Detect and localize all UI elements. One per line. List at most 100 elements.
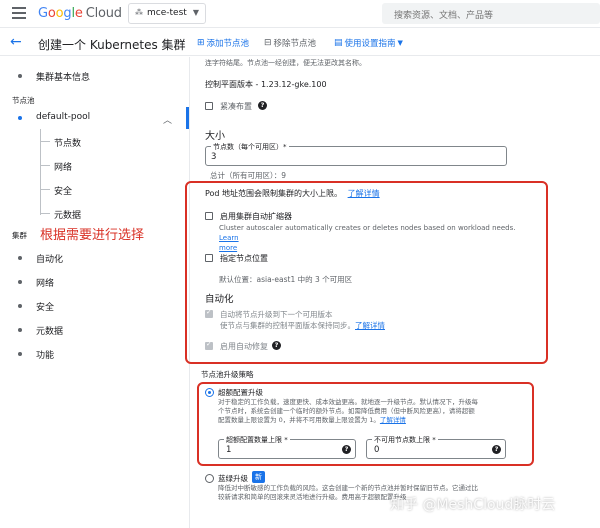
caret-down-icon: ▼ xyxy=(397,39,403,47)
autoscaler-desc: Cluster autoscaler automatically creates… xyxy=(219,223,519,253)
pod-limit-text: Pod 地址范围会限制集群的大小上限。 了解详情 xyxy=(205,188,380,199)
surge-desc-line: 对于稳定的工作负载，速度更快、成本效益更高。就地逐一升级节点。默认情况下，升级每 xyxy=(218,398,478,406)
sidebar-item-network[interactable]: 网络 xyxy=(54,160,72,173)
tree-line xyxy=(40,213,50,214)
autoscaler-label: 启用集群自动扩缩器 xyxy=(220,212,292,221)
learn-more-link[interactable]: more xyxy=(219,244,237,252)
tree-line xyxy=(40,141,50,142)
guide-icon: ▤ xyxy=(334,38,343,48)
upgrade-strategy-heading: 节点池升级策略 xyxy=(201,370,254,379)
sidebar-item-node-count[interactable]: 节点数 xyxy=(54,136,81,149)
bullet-icon xyxy=(18,352,22,356)
search-input[interactable] xyxy=(382,5,600,27)
help-icon[interactable]: ? xyxy=(492,445,501,454)
compact-placement-checkbox[interactable] xyxy=(205,102,213,110)
max-surge-field[interactable]: 超额配置数量上限 * 1 ? xyxy=(218,435,356,459)
page-title: 创建一个 Kubernetes 集群 xyxy=(38,38,186,52)
sidebar-item-security[interactable]: 安全 xyxy=(54,184,72,197)
surge-upgrade-radio[interactable] xyxy=(205,388,214,397)
control-plane-version: 控制平面版本 - 1.23.12-gke.100 xyxy=(205,80,327,89)
logo-letter: G xyxy=(38,6,48,21)
project-selector[interactable]: ⁂ mce-test ▼ xyxy=(128,3,206,24)
node-count-label: 节点数（每个可用区）* xyxy=(211,142,289,152)
top-bar: Google Cloud ⁂ mce-test ▼ xyxy=(0,0,600,28)
sidebar-item-cluster-security[interactable]: 安全 xyxy=(36,300,54,313)
autoscaler-checkbox[interactable] xyxy=(205,212,213,220)
sidebar-item-cluster-network[interactable]: 网络 xyxy=(36,276,54,289)
node-location-checkbox[interactable] xyxy=(205,254,213,262)
sidebar-section-nodepool: 节点池 xyxy=(12,96,35,105)
autoscaler-desc-text: Cluster autoscaler automatically creates… xyxy=(219,224,516,232)
node-count-field[interactable]: 节点数（每个可用区）* 3 xyxy=(205,142,507,166)
sidebar-item-default-pool[interactable]: default-pool xyxy=(36,112,90,122)
add-node-pool-label: 添加节点池 xyxy=(206,39,250,49)
max-surge-label: 超额配置数量上限 * xyxy=(224,435,290,445)
max-unavailable-label: 不可用节点数上限 * xyxy=(372,435,438,445)
sidebar-item-automation[interactable]: 自动化 xyxy=(36,252,63,265)
sidebar-section-cluster: 集群 xyxy=(12,231,27,240)
main-content: 连字符结尾。节点池一经创建，便无法更改其名称。 控制平面版本 - 1.23.12… xyxy=(185,57,600,528)
bluegreen-upgrade-label: 蓝绿升级 xyxy=(218,474,248,483)
bullet-icon xyxy=(18,304,22,308)
new-badge: 新 xyxy=(252,471,265,483)
compact-placement-label: 紧凑布置 xyxy=(220,102,252,111)
help-icon[interactable]: ? xyxy=(342,445,351,454)
learn-more-link[interactable]: Learn xyxy=(219,234,239,242)
highlight-box xyxy=(185,181,548,364)
surge-upgrade-desc: 对于稳定的工作负载，速度更快、成本效益更高。就地逐一升级节点。默认情况下，升级每… xyxy=(218,398,478,425)
learn-more-link[interactable]: 了解详情 xyxy=(348,189,380,198)
help-icon[interactable]: ? xyxy=(272,341,281,350)
sidebar: 集群基本信息 节点池 default-pool ︿ 节点数 网络 安全 元数据 … xyxy=(0,57,190,528)
tree-line xyxy=(40,165,50,166)
size-heading: 大小 xyxy=(205,131,225,142)
node-location-label: 指定节点位置 xyxy=(220,254,268,263)
bullet-icon xyxy=(18,328,22,332)
surge-desc-line: 个节点时，系统会创建一个临时的额外节点。如需降低费用（但中断风险更高），请将超额 xyxy=(218,407,475,415)
learn-more-link[interactable]: 了解详情 xyxy=(355,321,385,330)
logo-cloud-text: Cloud xyxy=(85,6,122,21)
bullet-icon xyxy=(18,74,22,78)
google-cloud-logo[interactable]: Google Cloud xyxy=(38,6,122,21)
auto-upgrade-label: 自动将节点升级到下一个可用版本 xyxy=(220,310,333,319)
bluegreen-desc-line: 较新请求和简单的回滚来灵活地进行升级。费用高于超额配置升级 xyxy=(218,493,407,501)
search-box[interactable] xyxy=(382,3,600,27)
surge-desc-line: 配置数量上限设置为 0，并将不可用数量上限设置为 1。 xyxy=(218,416,380,424)
caret-down-icon: ▼ xyxy=(192,8,199,17)
logo-letter: e xyxy=(74,6,83,21)
logo-letter: o xyxy=(47,6,56,21)
auto-upgrade-checkbox[interactable] xyxy=(205,308,213,318)
default-location-note: 默认位置：asia-east1 中的 3 个可用区 xyxy=(219,275,353,284)
max-surge-value: 1 xyxy=(226,445,232,455)
auto-repair-checkbox[interactable] xyxy=(205,340,213,350)
watermark: 知乎 @MeshCloud脉时云 xyxy=(390,497,556,513)
back-arrow-icon[interactable]: ← xyxy=(10,34,22,50)
total-nodes-note: 总计（所有可用区）：9 xyxy=(210,171,287,180)
remove-box-icon: ⊟ xyxy=(264,38,272,48)
annotation-text: 根据需要进行选择 xyxy=(40,228,145,243)
add-node-pool-button[interactable]: ⊞ 添加节点池 xyxy=(197,37,249,49)
auto-upgrade-desc: 使节点与集群的控制平面版本保持同步。了解详情 xyxy=(220,320,385,331)
remove-node-pool-button[interactable]: ⊟ 移除节点池 xyxy=(264,37,316,49)
sidebar-item-metadata[interactable]: 元数据 xyxy=(54,208,81,221)
sidebar-item-cluster-metadata[interactable]: 元数据 xyxy=(36,324,63,337)
max-unavailable-value: 0 xyxy=(374,445,380,455)
help-icon[interactable]: ? xyxy=(258,101,267,110)
chevron-up-icon[interactable]: ︿ xyxy=(163,113,172,126)
tree-line xyxy=(40,189,50,190)
pod-limit-label: Pod 地址范围会限制集群的大小上限。 xyxy=(205,189,343,198)
project-icon: ⁂ xyxy=(135,8,143,17)
bullet-icon xyxy=(18,256,22,260)
node-count-value: 3 xyxy=(211,152,217,162)
sidebar-item-basics[interactable]: 集群基本信息 xyxy=(36,70,90,83)
auto-repair-label: 启用自动修复 xyxy=(220,342,268,351)
automation-heading: 自动化 xyxy=(205,294,234,305)
learn-more-link[interactable]: 了解详情 xyxy=(380,416,406,424)
sidebar-item-features[interactable]: 功能 xyxy=(36,348,54,361)
bluegreen-upgrade-radio[interactable] xyxy=(205,474,214,483)
max-unavailable-field[interactable]: 不可用节点数上限 * 0 ? xyxy=(366,435,506,459)
project-name: mce-test xyxy=(147,8,187,18)
add-box-icon: ⊞ xyxy=(197,38,205,48)
settings-guide-label: 使用设置指南 xyxy=(344,39,396,49)
menu-icon[interactable] xyxy=(12,7,26,19)
settings-guide-button[interactable]: ▤ 使用设置指南 ▼ xyxy=(334,37,403,49)
